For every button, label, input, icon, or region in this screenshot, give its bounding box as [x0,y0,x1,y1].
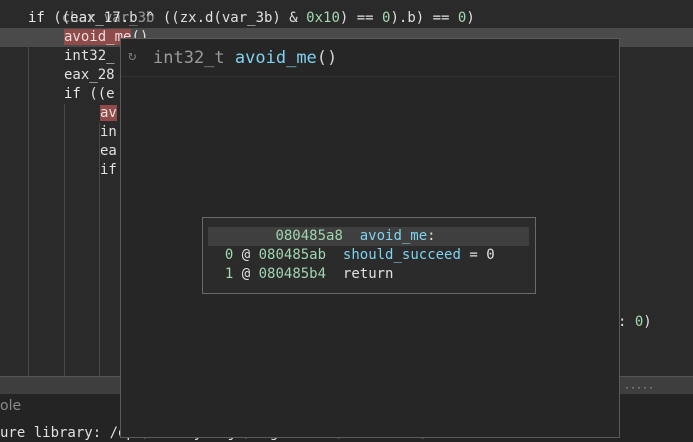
keyword: if [28,10,45,26]
instruction-index: 1 [224,266,234,282]
label-suffix: : [427,228,436,244]
number-literal: 0x10 [306,10,340,26]
address: 080485b4 [258,266,327,282]
variable-name: should_succeed [342,247,461,263]
at-symbol: @ [241,247,251,263]
code-line[interactable]: in [100,123,117,142]
instruction-index: 0 [224,247,234,263]
code-text: int32_ [64,48,115,64]
at-symbol: @ [241,266,251,282]
code-text: ea [100,143,117,159]
address: 080485ab [258,247,327,263]
code-line[interactable]: if ((eax_17.b ^ ((zx.d(var_3b) & 0x10) =… [28,9,475,28]
code-text: in [100,124,117,140]
assignment: = 0 [460,247,495,263]
code-text: ((e [80,86,115,102]
parameter-list: () [316,48,338,68]
code-line[interactable]: if [100,161,117,180]
code-line[interactable]: av [100,104,117,123]
tooltip-row[interactable]: 0 @ 080485ab should_succeed = 0 [208,246,529,265]
code-text: : [618,314,635,330]
popup-header: ↻ int32_t avoid_me() [121,39,617,77]
code-line[interactable]: if ((e [64,85,115,104]
function-name[interactable]: avoid_me [235,48,317,68]
code-text: ) == [339,10,383,26]
pane-tab-label[interactable]: ole [0,398,21,414]
address: 080485a8 [275,228,343,244]
code-line[interactable]: eax_28 [64,66,115,85]
indent-guide [64,104,65,376]
label: avoid_me [359,228,428,244]
refresh-icon[interactable]: ↻ [128,48,136,64]
code-line[interactable]: char var_3b [28,0,155,26]
code-text: ) [466,10,475,26]
code-text: if [100,162,117,178]
function-signature: int32_t avoid_me() [153,47,337,69]
code-text: eax_28 [64,67,115,83]
tooltip-row[interactable]: 1 @ 080485b4 return [208,265,529,284]
indent-guide [28,28,29,376]
il-tooltip: 080485a8 avoid_me: 0 @ 080485ab should_s… [202,217,536,294]
keyword: if [64,86,81,102]
function-call-highlighted[interactable]: av [100,105,117,121]
tooltip-row[interactable]: 080485a8 avoid_me: [208,227,529,246]
resize-handle[interactable]: ····· [624,383,654,394]
code-text: ).b) == [390,10,458,26]
code-line[interactable]: ea [100,142,117,161]
code-line[interactable]: : 0) [618,313,652,332]
code-line[interactable]: int32_ [64,47,115,66]
code-text: ) [643,314,652,330]
return-type: int32_t [153,48,225,68]
return-instruction: return [342,266,394,282]
code-text: ((eax_17.b ^ ((zx.d(var_3b) & [44,10,307,26]
